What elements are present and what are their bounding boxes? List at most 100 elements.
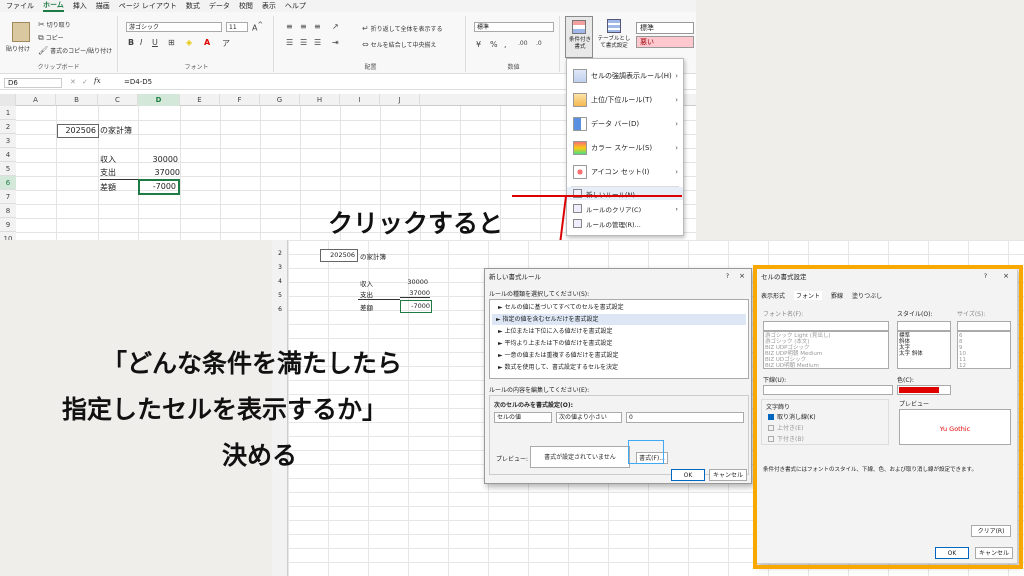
cancel-button[interactable]: キャンセル xyxy=(975,547,1013,559)
style-bad[interactable]: 悪い xyxy=(636,36,694,48)
align-left-icon[interactable]: ☰ xyxy=(286,38,293,47)
wrap-text-button[interactable]: ↵ 折り返して全体を表示する xyxy=(362,24,442,33)
tab-number[interactable]: 表示形式 xyxy=(761,291,785,300)
strike-checkbox[interactable]: 取り消し線(K) xyxy=(768,412,816,421)
col-header-e[interactable]: E xyxy=(180,94,220,106)
rule-type-item[interactable]: ► 上位または下位に入る値だけを書式設定 xyxy=(494,326,748,337)
size-list-item[interactable]: 12 xyxy=(959,363,1009,369)
menu-view[interactable]: 表示 xyxy=(262,1,276,11)
cell-d4[interactable]: 30000 xyxy=(150,153,178,167)
cell-d6-selected[interactable]: -7000 xyxy=(138,179,180,195)
menu-icon-sets[interactable]: アイコン セット(I) › xyxy=(567,161,683,183)
bold-icon[interactable]: B xyxy=(128,38,134,47)
sheet2-cell-c4[interactable]: 収入 xyxy=(360,278,373,288)
increase-font-icon[interactable]: A^ xyxy=(252,21,263,33)
sheet2-cell-d5[interactable]: 37000 xyxy=(400,289,430,298)
percent-icon[interactable]: % xyxy=(490,40,498,49)
tab-font[interactable]: フォント xyxy=(794,291,823,300)
font-name-select[interactable]: 游ゴシック xyxy=(126,22,222,32)
font-color-icon[interactable]: A xyxy=(204,38,210,47)
fill-color-icon[interactable]: ◈ xyxy=(186,38,192,47)
clear-button[interactable]: クリア(R) xyxy=(971,525,1011,537)
font-size-select[interactable]: 11 xyxy=(226,22,248,32)
superscript-checkbox[interactable]: 上付き(E) xyxy=(768,423,803,432)
row-header[interactable]: 4 xyxy=(0,148,16,162)
ok-button[interactable]: OK xyxy=(935,547,969,559)
col-header-d[interactable]: D xyxy=(138,94,180,106)
paste-icon[interactable] xyxy=(12,22,30,42)
decrease-decimal-icon[interactable]: .0 xyxy=(536,40,542,47)
font-style-input[interactable] xyxy=(897,321,951,331)
col-header-j[interactable]: J xyxy=(380,94,420,106)
style-list-item[interactable]: 太字 斜体 xyxy=(899,351,949,357)
italic-icon[interactable]: I xyxy=(140,38,142,47)
row-header[interactable]: 3 xyxy=(0,134,16,148)
rule-type-item[interactable]: ► 数式を使用して、書式設定するセルを決定 xyxy=(494,362,748,373)
cell-c4[interactable]: 収入 xyxy=(100,153,116,167)
sheet2-cell-d6[interactable]: -7000 xyxy=(400,300,432,313)
col-header-f[interactable]: F xyxy=(220,94,260,106)
row-header[interactable]: 5 xyxy=(272,292,288,299)
format-as-table-button[interactable]: テーブルとして書式設定 xyxy=(597,16,631,58)
cond-operator-select[interactable]: 次の値より小さい xyxy=(556,412,622,423)
row-header[interactable]: 2 xyxy=(272,250,288,257)
fx-icon[interactable]: fx xyxy=(94,77,101,85)
font-size-input[interactable] xyxy=(957,321,1011,331)
copy-button[interactable]: ⧉ コピー xyxy=(38,33,64,43)
rule-type-item[interactable]: ► セルの値に基づいてすべてのセルを書式設定 xyxy=(494,302,748,313)
ok-button[interactable]: OK xyxy=(671,469,705,481)
menu-insert[interactable]: 挿入 xyxy=(73,1,87,11)
cond-format-button[interactable]: 条件付き書式 xyxy=(565,16,593,58)
menu-file[interactable]: ファイル xyxy=(6,1,34,11)
menu-formulas[interactable]: 数式 xyxy=(186,1,200,11)
cancel-formula-icon[interactable]: ✕ xyxy=(70,78,76,86)
row-header[interactable]: 4 xyxy=(272,278,288,285)
cell-c2[interactable]: の家計簿 xyxy=(100,124,132,138)
border-icon[interactable]: ⊞ xyxy=(168,38,175,47)
menu-highlight-rules[interactable]: セルの強調表示ルール(H) › xyxy=(567,65,683,87)
cell-b2[interactable]: 202506 xyxy=(57,124,99,138)
col-header-i[interactable]: I xyxy=(340,94,380,106)
formula-input[interactable]: =D4-D5 xyxy=(124,78,152,86)
menu-data[interactable]: データ xyxy=(209,1,230,11)
cond-field-select[interactable]: セルの値 xyxy=(494,412,552,423)
underline-icon[interactable]: U xyxy=(152,38,158,47)
comma-icon[interactable]: , xyxy=(504,40,507,49)
menu-page-layout[interactable]: ページ レイアウト xyxy=(119,1,177,11)
underline-select[interactable] xyxy=(763,385,893,395)
merge-center-button[interactable]: ⇔ セルを結合して中央揃え xyxy=(362,40,436,49)
align-right-icon[interactable]: ☰ xyxy=(314,38,321,47)
row-header[interactable]: 8 xyxy=(0,204,16,218)
subscript-checkbox[interactable]: 下付き(B) xyxy=(768,434,804,443)
row-header[interactable]: 2 xyxy=(0,120,16,134)
increase-decimal-icon[interactable]: .00 xyxy=(518,40,528,47)
cond-value-input[interactable]: 0 xyxy=(626,412,744,423)
row-header[interactable]: 3 xyxy=(272,264,288,271)
currency-icon[interactable]: ¥ xyxy=(476,40,481,49)
sheet2-cell-c5[interactable]: 支出 xyxy=(358,289,400,300)
align-center-icon[interactable]: ☰ xyxy=(300,38,307,47)
tab-border[interactable]: 罫線 xyxy=(831,291,843,300)
menu-color-scale[interactable]: カラー スケール(S) › xyxy=(567,137,683,159)
sheet2-cell-b2[interactable]: 202506 xyxy=(320,249,358,262)
align-top-icon[interactable]: ≡ xyxy=(286,22,293,31)
col-header-c[interactable]: C xyxy=(98,94,138,106)
row-header[interactable]: 9 xyxy=(0,218,16,232)
row-header[interactable]: 5 xyxy=(0,162,16,176)
menu-home[interactable]: ホーム xyxy=(43,0,64,12)
cancel-button[interactable]: キャンセル xyxy=(709,469,747,481)
tab-fill[interactable]: 塗りつぶし xyxy=(852,291,882,300)
row-header[interactable]: 6 xyxy=(0,176,16,190)
col-header-b[interactable]: B xyxy=(56,94,98,106)
menu-clear-rules[interactable]: ルールのクリア(C) › xyxy=(567,202,683,215)
menu-review[interactable]: 校閲 xyxy=(239,1,253,11)
help-icon[interactable]: ? xyxy=(984,273,987,280)
col-header-a[interactable]: A xyxy=(16,94,56,106)
col-header-h[interactable]: H xyxy=(300,94,340,106)
sheet2-cell-c2[interactable]: の家計簿 xyxy=(360,251,386,261)
phonetic-icon[interactable]: ア xyxy=(222,38,230,49)
indent-icon[interactable]: ⇥ xyxy=(332,38,339,47)
rule-type-item-selected[interactable]: ► 指定の値を含むセルだけを書式設定 xyxy=(492,314,746,325)
paste-button[interactable]: 貼り付け xyxy=(6,44,30,53)
close-icon[interactable]: × xyxy=(1003,272,1009,280)
